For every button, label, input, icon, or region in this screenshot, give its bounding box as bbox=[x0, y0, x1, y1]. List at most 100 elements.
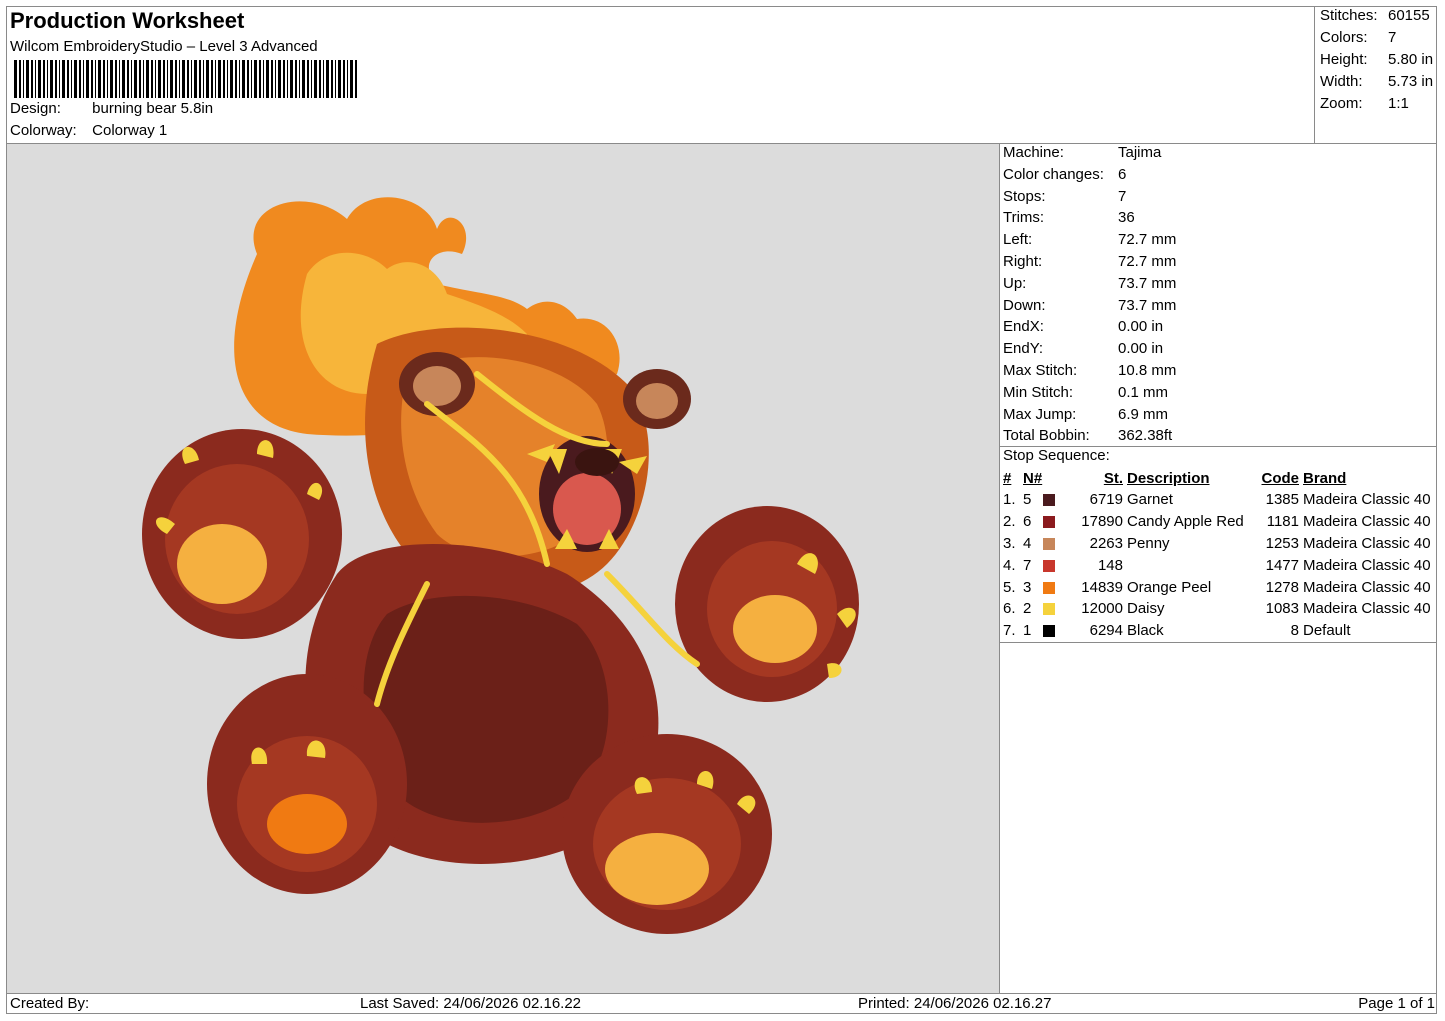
stat-label: Color changes: bbox=[1003, 165, 1104, 183]
summary-stitches: Stitches: 60155 bbox=[1320, 7, 1430, 24]
color-swatch bbox=[1043, 625, 1055, 638]
table-row: 1. 5 6719 Garnet 1385 Madeira Classic 40 bbox=[1001, 489, 1433, 511]
row-brand: Madeira Classic 40 bbox=[1303, 556, 1431, 574]
stat-row: Max Jump: 6.9 mm bbox=[1003, 404, 1176, 426]
summary-width: Width: 5.73 in bbox=[1320, 73, 1433, 90]
stat-value: 0.00 in bbox=[1118, 340, 1164, 358]
stat-row: Total Bobbin: 362.38ft bbox=[1003, 425, 1176, 447]
row-needle: 4 bbox=[1023, 534, 1032, 552]
stat-value: 10.8 mm bbox=[1118, 361, 1177, 379]
row-code: 8 bbox=[1290, 622, 1299, 640]
row-stitches: 6719 bbox=[1089, 491, 1123, 509]
stat-value: 362.38ft bbox=[1118, 427, 1173, 445]
stat-value: 6 bbox=[1118, 165, 1127, 183]
table-row: 7. 1 6294 Black 8 Default bbox=[1001, 620, 1433, 642]
colors-value: 7 bbox=[1388, 29, 1397, 46]
row-brand: Madeira Classic 40 bbox=[1303, 600, 1431, 618]
summary-zoom: Zoom: 1:1 bbox=[1320, 95, 1409, 112]
stop-sequence-table: # N# St. Description Code Brand 1. 5 6719 G… bbox=[1001, 468, 1433, 642]
colorway-row: Colorway: Colorway 1 bbox=[10, 122, 167, 139]
stat-value: 72.7 mm bbox=[1118, 231, 1177, 249]
color-swatch bbox=[1043, 516, 1055, 529]
table-header-row: # N# St. Description Code Brand bbox=[1001, 468, 1433, 489]
stat-row: Stops: 7 bbox=[1003, 186, 1176, 208]
stat-value: 0.1 mm bbox=[1118, 383, 1169, 401]
stat-value: 7 bbox=[1118, 187, 1127, 205]
row-stitches: 148 bbox=[1097, 556, 1123, 574]
stat-row: Trims: 36 bbox=[1003, 207, 1176, 229]
stat-label: Max Stitch: bbox=[1003, 361, 1078, 379]
stat-row: Right: 72.7 mm bbox=[1003, 251, 1176, 273]
row-needle: 1 bbox=[1023, 622, 1032, 640]
footer-last-saved: Last Saved: 24/06/2026 02.16.22 bbox=[360, 995, 582, 1012]
stat-row: Color changes: 6 bbox=[1003, 164, 1176, 186]
stat-label: Min Stitch: bbox=[1003, 383, 1074, 401]
table-row: 6. 2 12000 Daisy 1083 Madeira Classic 40 bbox=[1001, 598, 1433, 620]
row-stitches: 2263 bbox=[1089, 534, 1123, 552]
stat-value: 36 bbox=[1118, 209, 1135, 227]
stop-sequence-title: Stop Sequence: bbox=[1003, 447, 1110, 464]
color-swatch bbox=[1043, 538, 1055, 551]
stat-label: EndX: bbox=[1003, 318, 1044, 336]
colorway-value: Colorway 1 bbox=[92, 122, 168, 139]
color-swatch bbox=[1043, 559, 1055, 572]
colors-label: Colors: bbox=[1320, 29, 1368, 46]
sequence-divider bbox=[999, 642, 1437, 643]
row-num: 4. bbox=[1003, 556, 1016, 574]
bear-embroidery-image bbox=[142, 197, 859, 934]
table-row: 4. 7 148 1477 Madeira Classic 40 bbox=[1001, 554, 1433, 576]
row-needle-cell: 5 bbox=[1021, 489, 1057, 511]
row-code: 1253 bbox=[1265, 534, 1299, 552]
stat-row: Machine: Tajima bbox=[1003, 142, 1176, 164]
stat-row: EndX: 0.00 in bbox=[1003, 316, 1176, 338]
machine-stats: Machine: Tajima Color changes: 6 Stops: 7 Trim… bbox=[1003, 142, 1176, 447]
row-description: Garnet bbox=[1127, 491, 1173, 509]
footer-created-by: Created By: bbox=[10, 995, 90, 1012]
row-stitches: 14839 bbox=[1081, 578, 1123, 596]
row-code: 1181 bbox=[1266, 513, 1299, 531]
zoom-value: 1:1 bbox=[1388, 95, 1409, 112]
stat-label: Total Bobbin: bbox=[1003, 427, 1090, 445]
col-stitches: St. bbox=[1103, 470, 1123, 487]
color-swatch bbox=[1043, 494, 1055, 507]
row-description bbox=[1125, 554, 1257, 576]
design-preview bbox=[7, 144, 999, 993]
colorway-label: Colorway: bbox=[10, 122, 77, 139]
row-needle: 5 bbox=[1023, 491, 1032, 509]
row-num: 2. bbox=[1003, 513, 1016, 531]
stat-label: Max Jump: bbox=[1003, 405, 1077, 423]
stat-label: Down: bbox=[1003, 296, 1046, 314]
row-brand: Default bbox=[1303, 622, 1351, 640]
col-num: # bbox=[1003, 470, 1012, 487]
row-needle-cell: 3 bbox=[1021, 576, 1057, 598]
row-description: Daisy bbox=[1127, 600, 1165, 618]
row-num: 3. bbox=[1003, 534, 1016, 552]
row-needle-cell: 1 bbox=[1021, 620, 1057, 642]
table-row: 2. 6 17890 Candy Apple Red 1181 Madeira Class… bbox=[1001, 511, 1433, 533]
width-value: 5.73 in bbox=[1388, 73, 1434, 90]
row-stitches: 6294 bbox=[1089, 622, 1123, 640]
summary-height: Height: 5.80 in bbox=[1320, 51, 1433, 68]
col-needle: N# bbox=[1023, 470, 1043, 487]
row-needle-cell: 4 bbox=[1021, 533, 1057, 555]
height-value: 5.80 in bbox=[1388, 51, 1434, 68]
footer-divider bbox=[6, 993, 1437, 994]
stat-row: Up: 73.7 mm bbox=[1003, 273, 1176, 295]
stat-value: 73.7 mm bbox=[1118, 296, 1177, 314]
stat-row: Down: 73.7 mm bbox=[1003, 295, 1176, 317]
stat-label: Up: bbox=[1003, 274, 1027, 292]
row-needle-cell: 7 bbox=[1021, 554, 1057, 576]
stat-row: Left: 72.7 mm bbox=[1003, 229, 1176, 251]
stitches-value: 60155 bbox=[1388, 7, 1430, 24]
row-num: 6. bbox=[1003, 600, 1016, 618]
row-brand: Madeira Classic 40 bbox=[1303, 534, 1431, 552]
page-title: Production Worksheet bbox=[10, 8, 245, 33]
stat-label: Right: bbox=[1003, 252, 1043, 270]
row-needle: 2 bbox=[1023, 600, 1032, 618]
design-row: Design: burning bear 5.8in bbox=[10, 100, 213, 117]
row-needle: 6 bbox=[1023, 513, 1032, 531]
stat-label: Trims: bbox=[1003, 209, 1045, 227]
row-num: 5. bbox=[1003, 578, 1016, 596]
row-stitches: 12000 bbox=[1081, 600, 1123, 618]
worksheet-header: Production Worksheet Wilcom EmbroiderySt… bbox=[6, 6, 1315, 143]
